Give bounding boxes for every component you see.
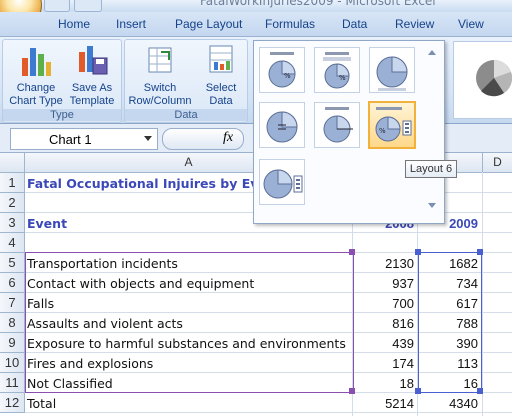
pie-layout-icon <box>263 169 303 199</box>
layout-4-option[interactable] <box>259 102 305 148</box>
switch-row-column-icon <box>148 47 172 73</box>
fx-icon: fx <box>223 130 234 145</box>
save-template-icon <box>79 46 108 75</box>
svg-text:%: % <box>284 72 291 80</box>
range-handle[interactable] <box>415 249 421 255</box>
row-header[interactable]: 12 <box>0 393 25 413</box>
data-group-label: Data <box>125 109 247 121</box>
row-header[interactable]: 9 <box>0 333 25 353</box>
change-chart-type-button[interactable]: Change Chart Type <box>7 42 65 108</box>
switch-row-column-button[interactable]: Switch Row/Column <box>127 42 193 108</box>
save-as-template-button[interactable]: Save As Template <box>65 42 119 108</box>
range-handle[interactable] <box>477 249 483 255</box>
tab-home[interactable]: Home <box>58 17 90 31</box>
select-data-button[interactable]: Select Data <box>197 42 245 108</box>
gallery-scrollbar[interactable] <box>425 45 439 217</box>
cell-b[interactable]: 5214 <box>354 396 414 411</box>
quick-access-customize[interactable] <box>74 0 102 12</box>
cell-a[interactable]: Total <box>27 396 56 411</box>
scroll-arrows-icon <box>428 50 436 208</box>
pie-layout-icon: % <box>375 107 412 142</box>
gridline <box>482 172 483 416</box>
row-header[interactable]: 6 <box>0 273 25 293</box>
layout-5-option[interactable] <box>314 102 360 148</box>
svg-text:%: % <box>379 127 386 135</box>
insert-function-button[interactable]: fx <box>162 128 244 150</box>
tab-insert[interactable]: Insert <box>116 17 146 31</box>
pie-layout-icon <box>376 56 408 91</box>
cell-b[interactable]: 439 <box>354 336 414 351</box>
bar-chart-icon <box>22 48 51 76</box>
name-box[interactable]: Chart 1 <box>10 128 158 150</box>
gridline <box>25 232 512 233</box>
row-header[interactable]: 10 <box>0 353 25 373</box>
tab-view[interactable]: View <box>458 17 484 31</box>
range-handle[interactable] <box>415 388 421 394</box>
tab-data[interactable]: Data <box>342 17 367 31</box>
range-handle[interactable] <box>349 249 355 255</box>
type-group-label: Type <box>3 109 121 121</box>
type-group: Change Chart Type Save As Template Type <box>2 39 122 123</box>
cell-a[interactable]: Event <box>27 216 67 231</box>
chart-style-preview[interactable] <box>453 41 512 119</box>
quick-access-toolbar[interactable] <box>44 0 70 12</box>
layout-6-option[interactable]: % <box>368 101 416 149</box>
cell-b[interactable]: 2130 <box>354 256 414 271</box>
cell-b[interactable]: 174 <box>354 356 414 371</box>
chart-layouts-gallery: % % % <box>253 40 445 224</box>
category-range-highlight <box>25 252 354 393</box>
row-header[interactable]: 2 <box>0 193 25 213</box>
pie-layout-icon: % <box>323 52 351 89</box>
row-header[interactable]: 3 <box>0 213 25 233</box>
tab-formulas[interactable]: Formulas <box>265 17 315 31</box>
select-data-label: Select Data <box>205 82 237 107</box>
cell-b[interactable]: 700 <box>354 296 414 311</box>
save-as-template-label: Save As Template <box>69 82 115 107</box>
cell-b[interactable]: 937 <box>354 276 414 291</box>
tab-review[interactable]: Review <box>395 17 434 31</box>
ribbon-tab-bar: Home Insert Page Layout Formulas Data Re… <box>0 12 512 37</box>
values-range-highlight <box>418 252 482 393</box>
row-header[interactable]: 11 <box>0 373 25 393</box>
range-handle[interactable] <box>477 388 483 394</box>
gridline <box>25 412 512 413</box>
layout-3-option[interactable] <box>369 47 415 93</box>
row-header[interactable]: 1 <box>0 173 25 193</box>
pie-layout-icon <box>323 107 353 143</box>
select-data-icon <box>209 45 233 73</box>
svg-text:%: % <box>339 74 346 82</box>
layout-1-option[interactable]: % <box>259 47 305 93</box>
select-all-corner[interactable] <box>0 153 25 173</box>
pie-style-icon <box>476 59 512 97</box>
column-header-d[interactable]: D <box>483 153 512 173</box>
cell-c[interactable]: 4340 <box>419 396 478 411</box>
switch-row-column-label: Switch Row/Column <box>128 82 192 107</box>
pie-layout-icon: % <box>268 52 296 88</box>
pie-layout-icon <box>266 111 298 143</box>
row-header[interactable]: 8 <box>0 313 25 333</box>
layout-2-option[interactable]: % <box>314 47 360 93</box>
chevron-down-icon[interactable] <box>143 135 153 143</box>
change-chart-type-label: Change Chart Type <box>9 82 63 107</box>
layout-7-option[interactable] <box>259 159 305 205</box>
range-handle[interactable] <box>349 388 355 394</box>
data-group: Switch Row/Column Select Data Data <box>124 39 248 123</box>
row-header[interactable]: 5 <box>0 253 25 273</box>
window-title: FatalWorkInjuries2009 - Microsoft Excel <box>200 0 436 8</box>
cell-b[interactable]: 18 <box>354 376 414 391</box>
name-box-value: Chart 1 <box>49 132 92 147</box>
tooltip: Layout 6 <box>405 160 457 178</box>
cell-b[interactable]: 816 <box>354 316 414 331</box>
row-header[interactable]: 7 <box>0 293 25 313</box>
row-header[interactable]: 4 <box>0 233 25 253</box>
tab-page-layout[interactable]: Page Layout <box>175 17 242 31</box>
